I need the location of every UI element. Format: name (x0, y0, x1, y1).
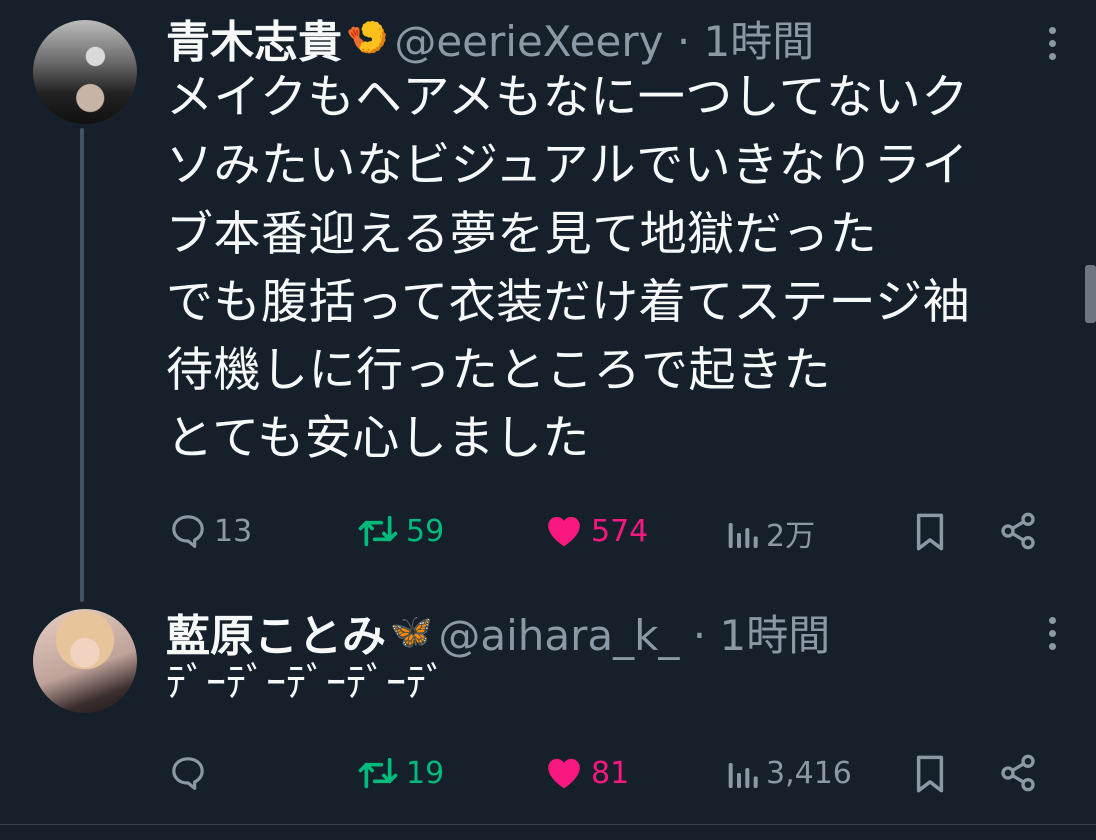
like-button[interactable]: 574 (543, 511, 648, 551)
views-count: 2万 (766, 519, 816, 554)
retweet-icon (358, 515, 398, 547)
reply-button[interactable] (168, 753, 214, 793)
tweet-actions: 19 81 3,416 (0, 743, 1096, 803)
reply-button[interactable]: 13 (168, 511, 252, 551)
more-icon[interactable] (1048, 617, 1056, 650)
retweet-button[interactable]: 59 (356, 511, 444, 551)
tweet-text: メイクもヘアメもなに一つしてないク ソみたいなビジュアルでいきなりライ ブ本番迎… (166, 64, 1076, 474)
views-button[interactable]: 3,416 (724, 753, 852, 793)
like-count: 574 (591, 513, 649, 549)
tweet-text-line: 待機しに行ったところで起きた (166, 343, 831, 399)
like-button[interactable]: 81 (543, 753, 629, 793)
avatar[interactable] (33, 609, 137, 713)
tweet-header: 青木志貴 🍤 @eerieXeery · 1時間 (166, 6, 814, 70)
tweet-actions: 13 59 574 2万 (0, 501, 1096, 561)
handle-and-time[interactable]: @eerieXeery · 1時間 (394, 8, 814, 69)
bookmark-button[interactable] (912, 753, 948, 795)
heart-icon (548, 516, 580, 547)
views-count: 3,416 (766, 755, 852, 791)
bookmark-icon (916, 513, 944, 551)
heart-icon (548, 758, 580, 789)
retweet-count: 19 (406, 755, 445, 791)
avatar[interactable] (33, 20, 137, 124)
views-icon (728, 763, 758, 788)
reply-icon (172, 515, 204, 548)
tweet-text-line: メイクもヘアメもなに一つしてないク (166, 70, 969, 125)
bookmark-icon (916, 755, 944, 793)
display-name[interactable]: 青木志貴 (166, 6, 342, 70)
reply-icon (172, 757, 204, 790)
shrimp-emoji-icon: 🍤 (346, 18, 389, 58)
retweet-button[interactable]: 19 (356, 753, 444, 793)
tweet-text-line: ソみたいなビジュアルでいきなりライ (166, 138, 969, 194)
tweet-text: ﾃﾞｰﾃﾞｰﾃﾞｰﾃﾞｰﾃﾞ (166, 660, 446, 706)
divider (0, 824, 1096, 825)
bookmark-button[interactable] (912, 511, 948, 553)
share-icon (1001, 512, 1035, 550)
tweet-text-line: ブ本番迎える夢を見て地獄だった (166, 206, 878, 262)
tweet-text-line: とても安心しました (166, 411, 590, 467)
share-button[interactable] (998, 511, 1038, 551)
handle-and-time[interactable]: @aihara_k_ · 1時間 (438, 602, 830, 663)
tweet-text-line: でも腹括って衣装だけ着てステージ袖 (166, 274, 971, 330)
like-count: 81 (591, 755, 630, 791)
tweet[interactable]: 青木志貴 🍤 @eerieXeery · 1時間 メイクもヘアメもなに一つしてな… (0, 0, 1096, 584)
retweet-icon (358, 757, 398, 789)
scrollbar[interactable] (1085, 265, 1096, 323)
share-icon (1001, 754, 1035, 792)
views-icon (728, 523, 758, 548)
butterfly-emoji-icon: 🦋 (390, 612, 433, 652)
more-icon[interactable] (1048, 27, 1056, 60)
reply-count: 13 (214, 513, 253, 549)
share-button[interactable] (998, 753, 1038, 793)
retweet-count: 59 (406, 513, 445, 549)
views-button[interactable]: 2万 (724, 511, 815, 555)
